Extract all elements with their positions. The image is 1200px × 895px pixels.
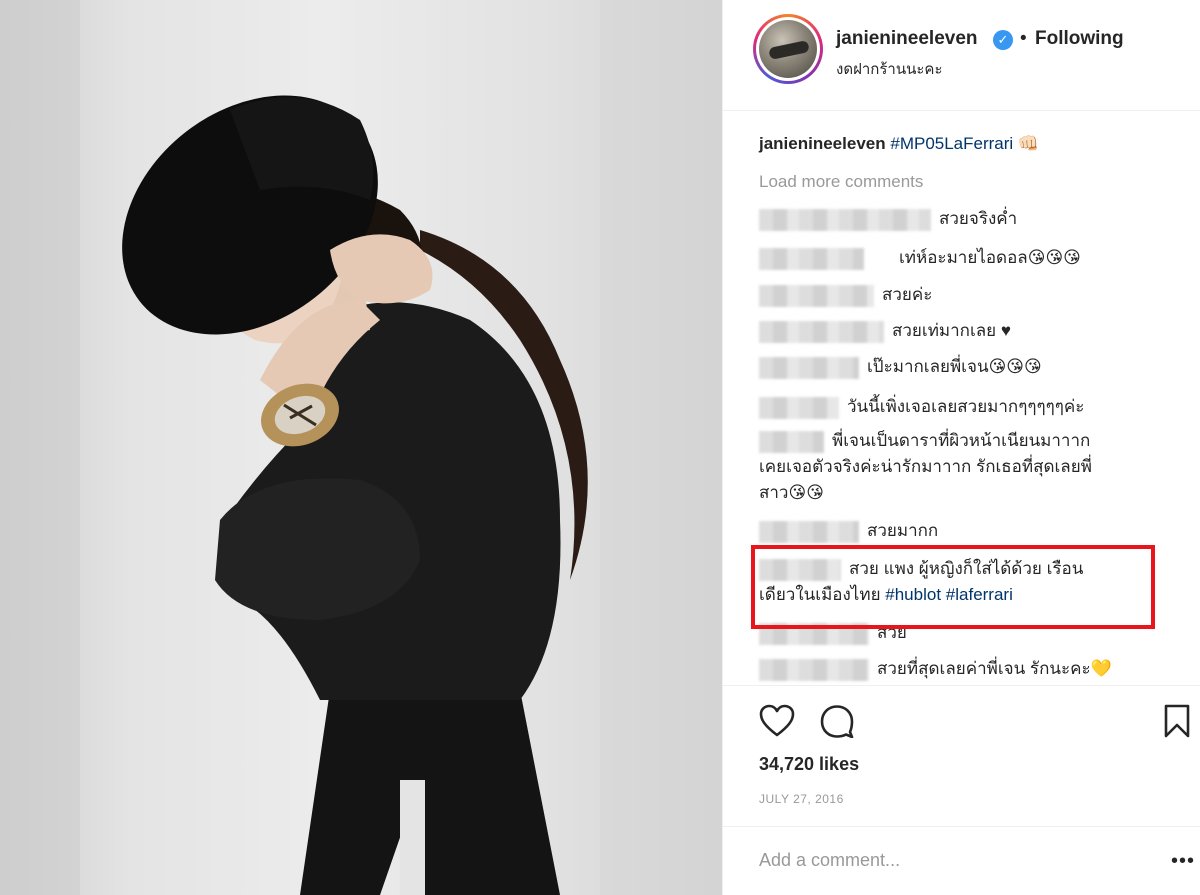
avatar-image <box>759 20 817 78</box>
avatar[interactable] <box>753 14 823 84</box>
actions-divider <box>723 685 1200 686</box>
follow-separator: • <box>1020 28 1027 49</box>
comment-icon[interactable] <box>819 704 855 738</box>
comment-text: วันนี้เพิ่งเจอเลยสวยมากๆๆๆๆๆค่ะ <box>847 397 1085 416</box>
caption-username[interactable]: janienineeleven <box>759 134 886 153</box>
comment-text: สวยค่ะ <box>882 285 933 304</box>
comment-text: สวยมากก <box>867 521 939 540</box>
post-photo[interactable] <box>0 0 722 895</box>
post-side-panel: janienineeleven ✓ • Following งดฝากร้านน… <box>722 0 1200 895</box>
comment-text: สวยจริงค่ำ <box>939 209 1018 228</box>
post-location[interactable]: งดฝากร้านนะคะ <box>836 57 943 81</box>
blurred-username[interactable] <box>759 208 931 231</box>
comment-emoji: 😘😘😘 <box>988 357 1042 376</box>
comment-text: สวยที่สุดเลยค่าพี่เจน รักนะคะ <box>877 659 1091 678</box>
caption-hashtag[interactable]: #MP05LaFerrari <box>890 134 1013 153</box>
comment-text-line2: เคยเจอตัวจริงค่ะน่ารักมาาาก รักเธอที่สุด… <box>759 457 1092 476</box>
comment-text-line1: พี่เจนเป็นดาราที่ผิวหน้าเนียนมาาาก <box>832 431 1091 450</box>
blurred-username[interactable] <box>759 284 874 307</box>
caption-emoji: 👊🏻 <box>1017 134 1040 153</box>
comment-item: สวยเท่มากเลย ♥ <box>759 318 1011 344</box>
comment-text-line3: สาว <box>759 483 789 502</box>
post-header: janienineeleven ✓ • Following งดฝากร้านน… <box>723 0 1200 110</box>
comment-item <box>759 245 872 271</box>
blurred-username[interactable] <box>759 658 869 681</box>
comment-item: เป๊ะมากเลยพี่เจน😘😘😘 <box>759 354 1042 380</box>
blurred-username[interactable] <box>759 247 864 270</box>
comment-emoji: 😘😘😘 <box>1027 248 1081 267</box>
comment-item: พี่เจนเป็นดาราที่ผิวหน้าเนียนมาาาก เคยเจ… <box>759 428 1179 506</box>
comment-text: สวยเท่มากเลย ♥ <box>892 321 1011 340</box>
likes-count[interactable]: 34,720 likes <box>759 754 859 775</box>
blurred-username[interactable] <box>759 520 859 543</box>
comment-text: เป๊ะมากเลยพี่เจน <box>867 357 989 376</box>
heart-icon[interactable] <box>759 704 795 738</box>
blurred-username[interactable] <box>759 320 884 343</box>
blurred-username[interactable] <box>759 396 839 419</box>
comment-item: สวยมากก <box>759 518 938 544</box>
header-divider <box>723 110 1200 111</box>
post-username[interactable]: janienineeleven <box>836 28 978 50</box>
comment-item: วันนี้เพิ่งเจอเลยสวยมากๆๆๆๆๆค่ะ <box>759 394 1084 420</box>
blurred-username[interactable] <box>759 356 859 379</box>
add-comment-input[interactable]: Add a comment... <box>759 850 900 871</box>
following-button[interactable]: Following <box>1035 28 1124 50</box>
blurred-username[interactable] <box>759 430 824 453</box>
comment-emoji: 💛 <box>1090 659 1112 678</box>
comment-item: สวยที่สุดเลยค่าพี่เจน รักนะคะ💛 <box>759 656 1112 682</box>
comment-item: สวยค่ะ <box>759 282 932 308</box>
verified-badge-icon: ✓ <box>993 30 1013 50</box>
comment-box-divider <box>723 826 1200 827</box>
bookmark-icon[interactable] <box>1163 704 1191 738</box>
post-caption: janienineeleven #MP05LaFerrari 👊🏻 <box>759 132 1039 156</box>
post-date[interactable]: JULY 27, 2016 <box>759 792 844 806</box>
load-more-comments-button[interactable]: Load more comments <box>759 172 923 192</box>
comment-text: เท่ห์อะมายไอดอล <box>899 248 1028 267</box>
comment-item: สวยจริงค่ำ <box>759 206 1017 232</box>
comment-emoji: 😘😘 <box>788 483 824 502</box>
red-highlight-box <box>751 545 1155 629</box>
photo-illustration <box>0 0 722 895</box>
more-options-icon[interactable]: ••• <box>1171 850 1195 873</box>
comment-text-container: เท่ห์อะมายไอดอล😘😘😘 <box>899 245 1081 271</box>
